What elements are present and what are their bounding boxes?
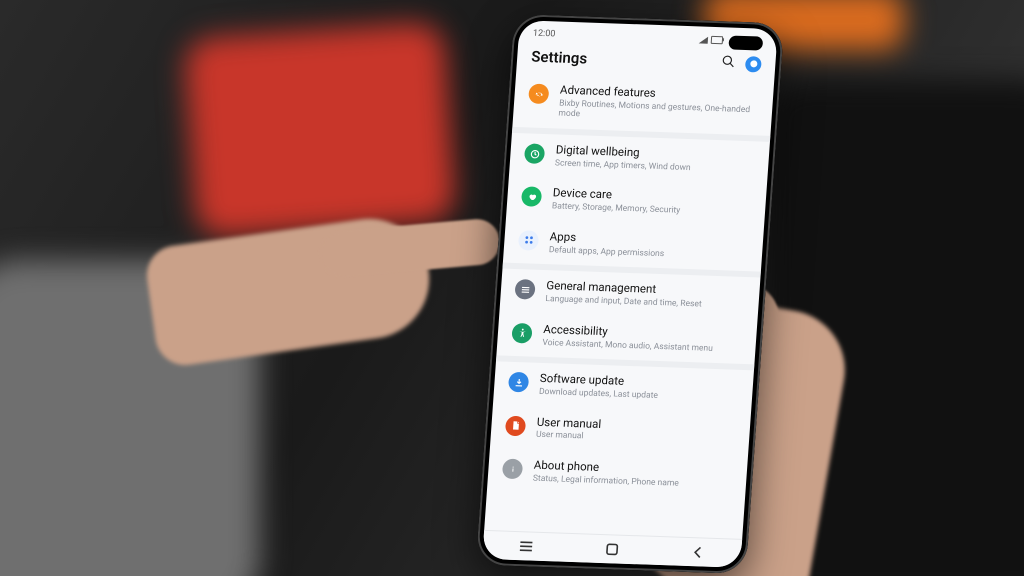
a11y-icon — [511, 323, 532, 344]
item-subtitle: User manual — [536, 430, 601, 443]
manual-icon — [505, 415, 526, 436]
phone-screen: 12:00 Settings Advanced featu — [482, 20, 778, 568]
photo-scene: 12:00 Settings Advanced featu — [0, 0, 1024, 576]
battery-icon — [711, 36, 724, 44]
update-icon — [508, 372, 529, 393]
nav-recents-button[interactable] — [505, 536, 546, 557]
item-title: User manual — [536, 415, 601, 431]
settings-item-update[interactable]: Software updateDownload updates, Last up… — [493, 355, 754, 413]
settings-item-wellbeing[interactable]: Digital wellbeingScreen time, App timers… — [509, 127, 770, 185]
page-title: Settings — [531, 47, 588, 67]
about-icon — [502, 459, 523, 480]
search-icon — [721, 54, 736, 68]
apps-icon — [518, 230, 539, 251]
advanced-icon — [528, 83, 549, 104]
settings-list: Advanced featuresBixby Routines, Motions… — [487, 73, 774, 500]
nav-home-button[interactable] — [591, 539, 632, 560]
status-time: 12:00 — [533, 29, 556, 40]
account-button[interactable] — [745, 56, 762, 73]
settings-item-about[interactable]: About phoneStatus, Legal information, Ph… — [487, 448, 748, 500]
search-button[interactable] — [721, 53, 736, 72]
general-icon — [514, 279, 535, 300]
camera-cutout — [728, 35, 763, 50]
settings-item-general[interactable]: General managementLanguage and input, Da… — [499, 263, 760, 321]
nav-back-button[interactable] — [677, 542, 718, 563]
settings-item-advanced[interactable]: Advanced featuresBixby Routines, Motions… — [512, 73, 774, 136]
android-navbar — [482, 530, 742, 568]
status-icons — [699, 35, 724, 44]
wellbeing-icon — [524, 143, 545, 164]
care-icon — [521, 187, 542, 208]
phone: 12:00 Settings Advanced featu — [476, 14, 785, 574]
signal-icon — [699, 36, 708, 43]
